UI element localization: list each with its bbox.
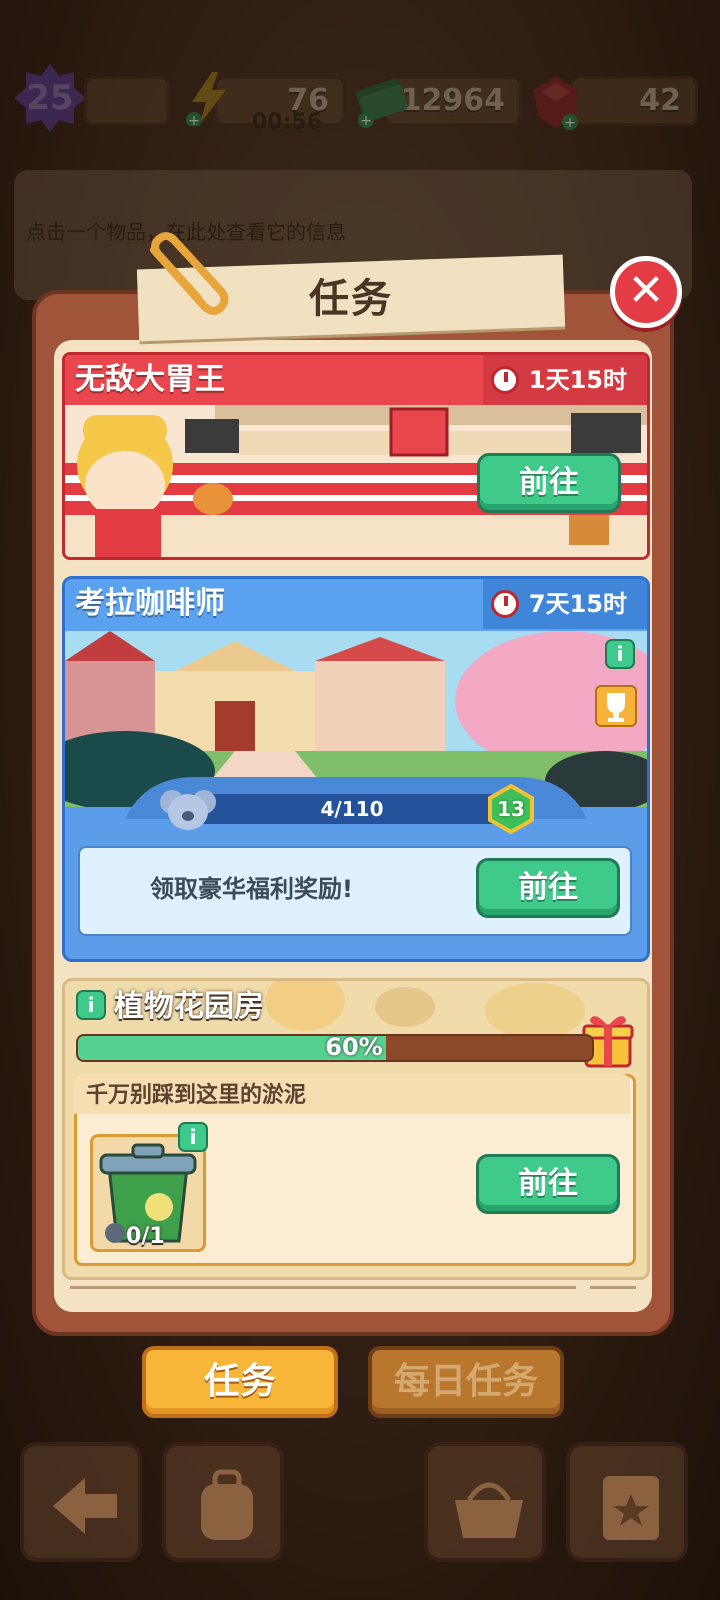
reward-text: 领取豪华福利奖励! — [150, 875, 353, 903]
info-button[interactable]: i — [605, 639, 635, 669]
item-count: 0/1 — [126, 1224, 165, 1249]
item-info-button[interactable]: i — [178, 1122, 208, 1152]
koala-icon — [160, 790, 216, 830]
tab-quests[interactable]: 任务 — [142, 1346, 338, 1418]
arrow-left-icon — [53, 1478, 117, 1534]
task-text: 千万别踩到这里的淤泥 — [86, 1083, 307, 1108]
event-timer-text: 7天15时 — [528, 590, 627, 618]
backpack-button[interactable] — [162, 1442, 284, 1562]
event-timer-text: 1天15时 — [528, 366, 627, 394]
tab-daily-quests[interactable]: 每日任务 — [368, 1346, 564, 1418]
clock-icon — [490, 590, 519, 618]
go-button-event-2[interactable]: 前往 — [476, 858, 620, 918]
area-progress-text: 60% — [325, 1033, 383, 1061]
area-title: 植物花园房 — [114, 989, 264, 1024]
event-timer: 1天15时 — [482, 355, 647, 405]
go-button-area[interactable]: 前往 — [476, 1154, 620, 1214]
event-timer: 7天15时 — [482, 579, 647, 629]
basket-button[interactable] — [424, 1442, 546, 1562]
event-progress-text: 4/110 — [320, 797, 384, 821]
go-button-event-1[interactable]: 前往 — [477, 453, 621, 513]
back-button[interactable] — [20, 1442, 142, 1562]
basket-icon — [455, 1482, 523, 1538]
divider — [70, 1286, 636, 1289]
close-icon: ✕ — [627, 265, 665, 316]
event-title: 考拉咖啡师 — [75, 586, 225, 621]
event-card-eating-king[interactable]: 无敌大胃王 1天15时 前往 — [62, 352, 650, 560]
trophy-icon[interactable] — [595, 685, 637, 727]
paperclip-icon — [150, 232, 229, 315]
clipboard-star-icon — [603, 1476, 659, 1540]
area-info-button[interactable]: i — [76, 990, 106, 1020]
backpack-icon — [201, 1469, 253, 1540]
event-level-badge: 13 — [497, 797, 525, 821]
event-title: 无敌大胃王 — [75, 362, 225, 397]
close-button[interactable]: ✕ — [610, 256, 682, 328]
quest-board-button[interactable] — [566, 1442, 688, 1562]
clock-icon — [490, 366, 519, 394]
